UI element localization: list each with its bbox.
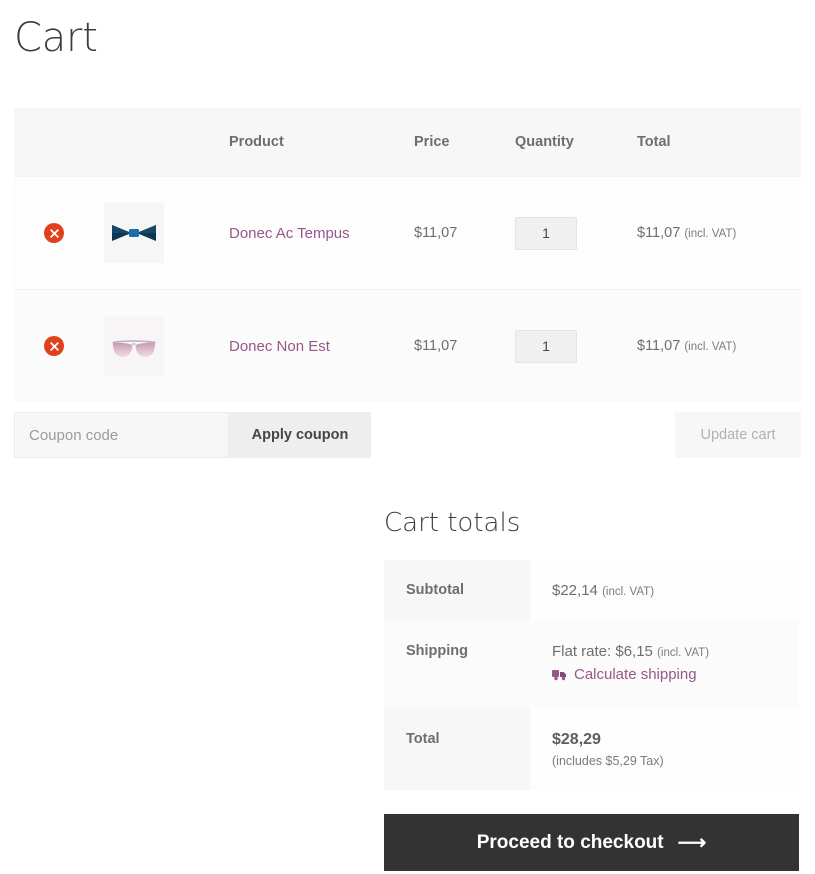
- update-cart-button[interactable]: Update cart: [675, 412, 801, 458]
- order-total-label: Total: [384, 707, 530, 790]
- subtotal-amount: $22,14: [552, 582, 598, 599]
- column-header-remove: [14, 108, 104, 177]
- cart-totals-table: Subtotal $22,14 (incl. VAT) Shipping Fla…: [384, 560, 799, 790]
- line-total-suffix: (incl. VAT): [684, 341, 737, 353]
- cart-table-header-row: Product Price Quantity Total: [14, 108, 801, 177]
- column-header-product: Product: [229, 108, 414, 177]
- cart-totals-title: Cart totals: [384, 508, 521, 538]
- calculate-shipping-label: Calculate shipping: [574, 666, 697, 683]
- cart-table-header: Product Price Quantity Total: [14, 108, 801, 177]
- cell-product-name: Donec Ac Tempus: [229, 176, 414, 290]
- column-header-price: Price: [414, 108, 515, 177]
- product-thumbnail-bow-tie[interactable]: [104, 203, 164, 263]
- subtotal-suffix: (incl. VAT): [602, 586, 655, 598]
- cart-table-body: Donec Ac Tempus $11,07 $11,07 (incl. VAT…: [14, 176, 801, 402]
- close-icon: [49, 341, 59, 351]
- cart-items-table: Product Price Quantity Total Donec Ac Te…: [14, 108, 801, 402]
- order-total-amount: $28,29: [552, 731, 601, 748]
- cell-total: $11,07 (incl. VAT): [637, 289, 801, 402]
- cell-remove: [14, 176, 104, 290]
- line-total-amount: $11,07: [637, 338, 681, 354]
- quantity-input[interactable]: [515, 216, 577, 250]
- order-total-value-cell: $28,29 (includes $5,29 Tax): [530, 707, 799, 790]
- cell-product-name: Donec Non Est: [229, 289, 414, 402]
- shipping-suffix: (incl. VAT): [657, 647, 710, 659]
- product-thumbnail-sunglasses[interactable]: [104, 316, 164, 376]
- cell-quantity: [515, 176, 637, 290]
- delivery-truck-icon: [552, 670, 566, 681]
- table-row: Donec Ac Tempus $11,07 $11,07 (incl. VAT…: [14, 176, 801, 290]
- calculate-shipping-link[interactable]: Calculate shipping: [552, 666, 697, 683]
- remove-item-button[interactable]: [44, 223, 64, 243]
- product-link[interactable]: Donec Non Est: [229, 338, 330, 355]
- subtotal-value-cell: $22,14 (incl. VAT): [530, 560, 799, 621]
- order-total-tax-note: (includes $5,29 Tax): [552, 754, 664, 768]
- coupon-code-input[interactable]: [14, 412, 229, 458]
- page-title: Cart: [14, 15, 98, 61]
- arrow-right-icon: ⟶: [677, 831, 707, 854]
- bow-tie-icon: [104, 203, 164, 263]
- shipping-value-cell: Flat rate: $6,15 (incl. VAT) Calculate s…: [530, 621, 799, 707]
- checkout-button-label: Proceed to checkout: [476, 831, 664, 853]
- cart-actions-row: Apply coupon Update cart: [14, 412, 801, 458]
- cell-remove: [14, 289, 104, 402]
- cell-price: $11,07: [414, 289, 515, 402]
- order-total-row: Total $28,29 (includes $5,29 Tax): [384, 707, 799, 790]
- line-total-suffix: (incl. VAT): [684, 228, 737, 240]
- line-total-amount: $11,07: [637, 225, 681, 241]
- sunglasses-icon: [104, 316, 164, 376]
- column-header-quantity: Quantity: [515, 108, 637, 177]
- cell-quantity: [515, 289, 637, 402]
- cell-thumbnail: [104, 289, 229, 402]
- subtotal-label: Subtotal: [384, 560, 530, 621]
- shipping-amount: Flat rate: $6,15: [552, 643, 653, 660]
- quantity-input[interactable]: [515, 329, 577, 363]
- product-link[interactable]: Donec Ac Tempus: [229, 225, 350, 242]
- column-header-total: Total: [637, 108, 801, 177]
- close-icon: [49, 228, 59, 238]
- table-row: Donec Non Est $11,07 $11,07 (incl. VAT): [14, 289, 801, 402]
- cart-totals-section: Cart totals Subtotal $22,14 (incl. VAT) …: [384, 508, 799, 871]
- proceed-to-checkout-button[interactable]: Proceed to checkout ⟶: [384, 814, 799, 871]
- cell-price: $11,07: [414, 176, 515, 290]
- shipping-row: Shipping Flat rate: $6,15 (incl. VAT) Ca…: [384, 621, 799, 707]
- cart-page: Cart Product Price Quantity Total Donec …: [0, 18, 815, 871]
- column-header-thumbnail: [104, 108, 229, 177]
- subtotal-row: Subtotal $22,14 (incl. VAT): [384, 560, 799, 621]
- apply-coupon-button[interactable]: Apply coupon: [229, 412, 371, 458]
- cell-total: $11,07 (incl. VAT): [637, 176, 801, 290]
- cell-thumbnail: [104, 176, 229, 290]
- remove-item-button[interactable]: [44, 336, 64, 356]
- shipping-label: Shipping: [384, 621, 530, 707]
